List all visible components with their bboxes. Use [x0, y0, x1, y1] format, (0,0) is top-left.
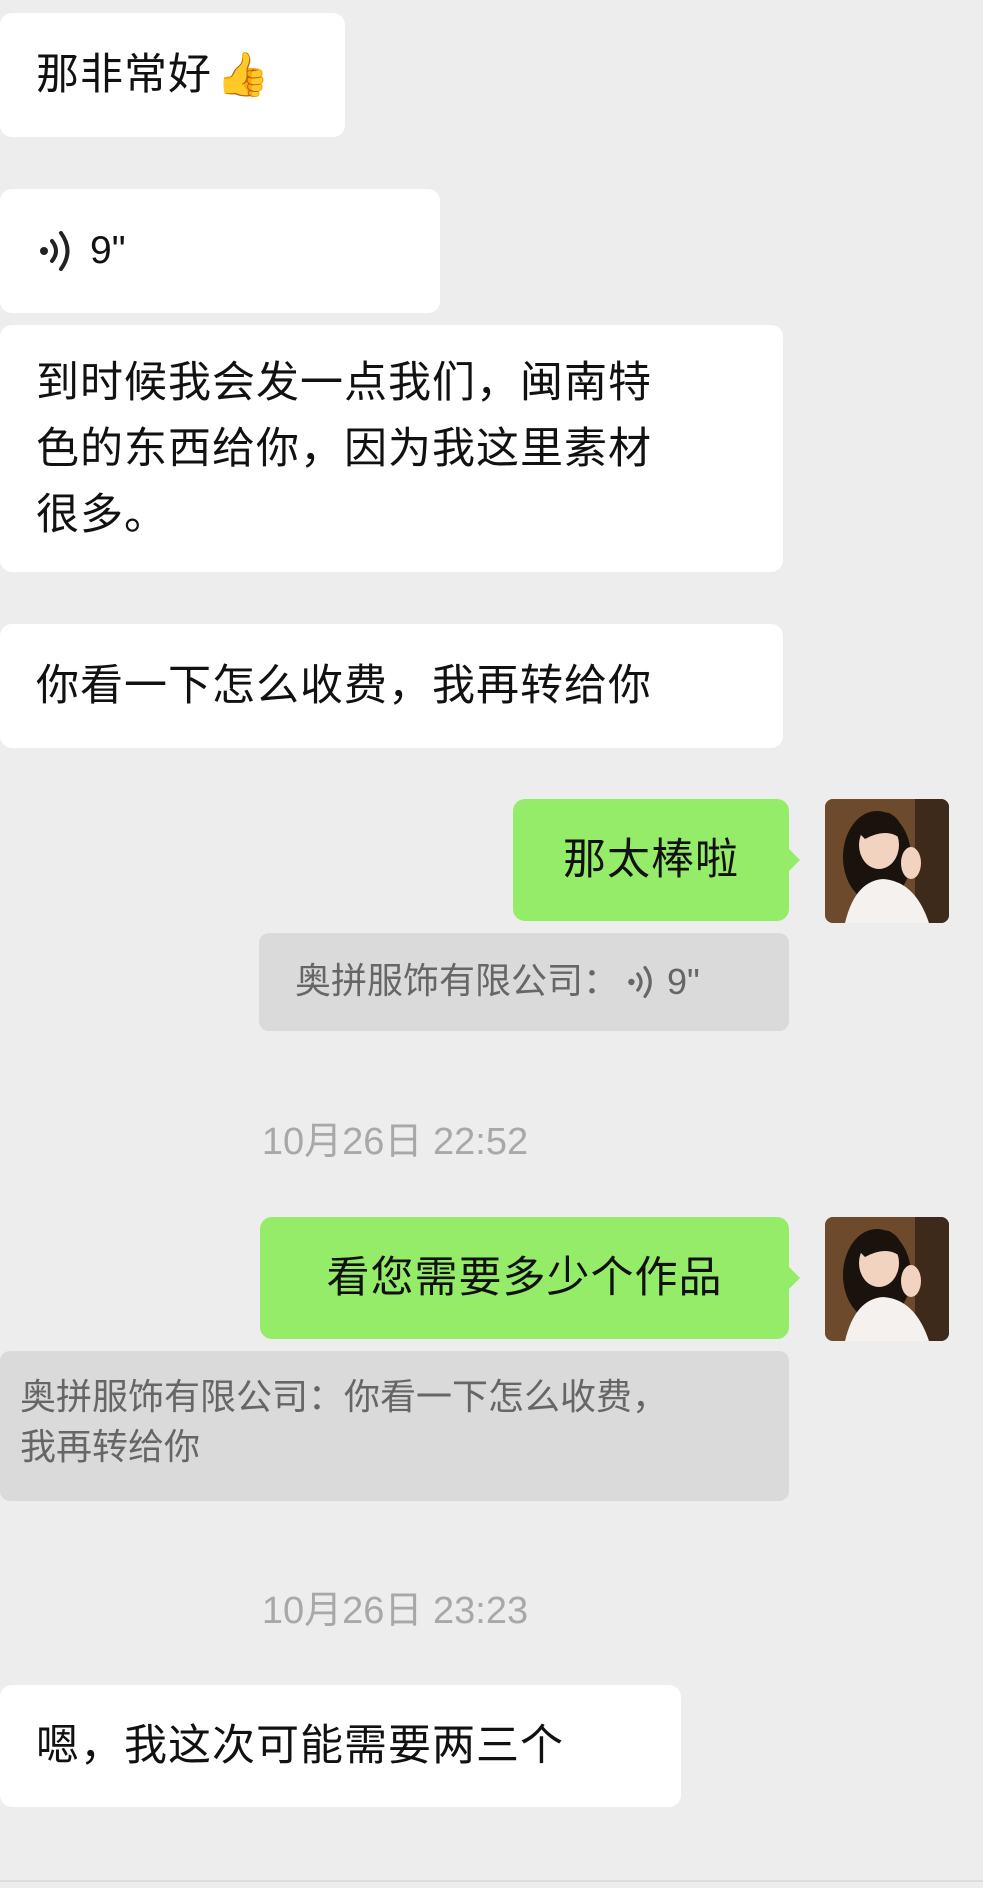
message-bubble-incoming[interactable]: 嗯，我这次可能需要两三个	[0, 1685, 681, 1807]
user-avatar-photo	[825, 1217, 949, 1341]
message-text: 看您需要多少个作品	[326, 1253, 723, 1303]
user-avatar-photo	[825, 799, 949, 923]
message-bubble-incoming[interactable]: 你看一下怎么收费，我再转给你	[0, 624, 783, 748]
voice-duration: 9"	[90, 229, 126, 272]
divider	[0, 1880, 983, 1882]
message-bubble-incoming[interactable]: 到时候我会发一点我们，闽南特 色的东西给你，因为我这里素材 很多。	[0, 325, 783, 572]
voice-wave-icon	[628, 965, 652, 998]
voice-wave-icon	[40, 231, 70, 271]
message-line: 到时候我会发一点我们，闽南特	[36, 358, 652, 408]
message-text: 你看一下怎么收费，我再转给你	[36, 661, 652, 711]
quoted-message[interactable]: 奥拼服饰有限公司：你看一下怎么收费， 我再转给你	[0, 1351, 789, 1501]
message-bubble-incoming[interactable]: 那非常好 👍	[0, 13, 345, 137]
message-text: 那非常好	[36, 50, 212, 100]
avatar[interactable]	[825, 799, 949, 923]
timestamp: 10月26日 22:52	[261, 1121, 529, 1163]
avatar[interactable]	[825, 1217, 949, 1341]
quoted-message[interactable]: 奥拼服饰有限公司： 9"	[259, 933, 789, 1031]
timestamp: 10月26日 23:23	[261, 1590, 529, 1632]
thumbs-up-emoji: 👍	[216, 50, 271, 100]
message-bubble-outgoing[interactable]: 看您需要多少个作品	[260, 1217, 800, 1339]
message-text: 嗯，我这次可能需要两三个	[36, 1721, 564, 1771]
quote-sender: 奥拼服饰有限公司：	[295, 961, 620, 1002]
message-line: 色的东西给你，因为我这里素材	[36, 424, 652, 474]
message-text: 那太棒啦	[563, 835, 739, 885]
message-bubble-outgoing[interactable]: 那太棒啦	[513, 799, 800, 921]
quote-line: 奥拼服饰有限公司：你看一下怎么收费，	[20, 1377, 669, 1418]
voice-duration: 9"	[667, 961, 700, 1002]
message-line: 很多。	[36, 490, 168, 540]
quote-line: 我再转给你	[20, 1427, 201, 1468]
voice-message-incoming[interactable]: 9"	[0, 189, 440, 313]
